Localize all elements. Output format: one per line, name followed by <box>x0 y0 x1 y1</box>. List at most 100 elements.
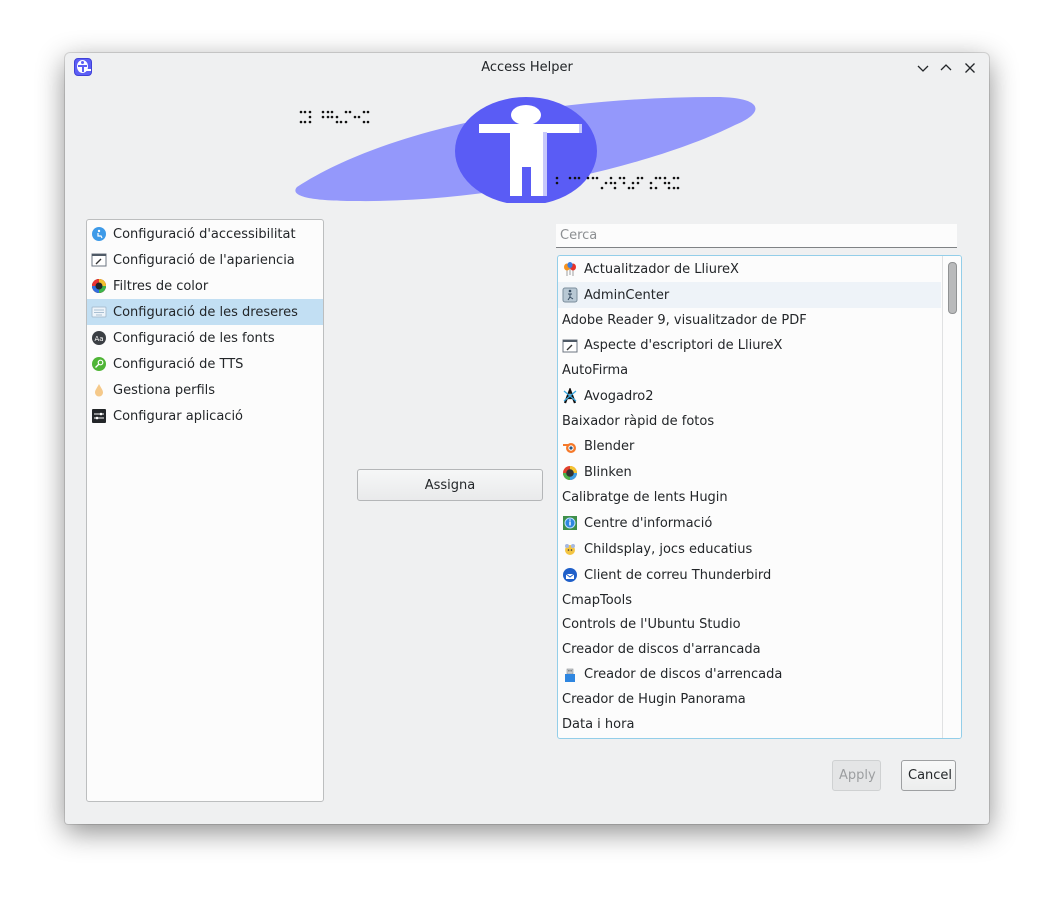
braille-dot <box>299 110 303 114</box>
apply-button[interactable]: Apply <box>832 760 881 791</box>
braille-dot <box>649 181 653 185</box>
braille-dot <box>353 115 357 119</box>
application-list-item[interactable]: Creador de discos d'arrancada <box>558 637 941 662</box>
sidebar-item[interactable]: Configuració de les dreseres <box>87 299 323 325</box>
braille-dot <box>335 120 339 124</box>
application-name: Calibratge de lents Hugin <box>562 490 728 506</box>
braille-dot <box>609 181 613 185</box>
braille-dot <box>672 186 676 190</box>
braille-dot <box>663 176 667 180</box>
application-list-item[interactable]: Actualitzador de LliureX <box>558 256 941 282</box>
sidebar-item[interactable]: Configuració de TTS <box>87 351 323 377</box>
braille-dot <box>631 186 635 190</box>
application-name: Childsplay, jocs educatius <box>584 541 753 557</box>
braille-dot <box>636 176 640 180</box>
braille-dot <box>609 176 613 180</box>
braille-dot <box>676 176 680 180</box>
settings-category-list: Configuració d'accessibilitat Configuraci… <box>86 219 324 802</box>
braille-dot <box>344 110 348 114</box>
sidebar-item-label: Configuració de TTS <box>113 356 244 372</box>
font-icon: Aa <box>91 330 107 346</box>
accessibility-banner <box>295 97 756 203</box>
application-name: CmapTools <box>562 592 632 608</box>
sidebar-item[interactable]: Aa Configuració de les fonts <box>87 325 323 351</box>
application-list-item[interactable]: Data i hora <box>558 712 941 737</box>
braille-dot <box>672 176 676 180</box>
application-list-item[interactable]: Adobe Reader 9, visualitzador de PDF <box>558 308 941 333</box>
application-name: Centre d'informació <box>584 515 713 531</box>
application-list-item[interactable]: AutoFirma <box>558 359 941 384</box>
braille-dot <box>618 176 622 180</box>
sidebar-item-label: Filtres de color <box>113 278 209 294</box>
application-name: AdminCenter <box>584 287 670 303</box>
sidebar-item[interactable]: Gestiona perfils <box>87 377 323 403</box>
braille-dot <box>676 186 680 190</box>
sidebar-item[interactable]: Filtres de color <box>87 273 323 299</box>
application-list-item[interactable]: Creador de discos d'arrencada <box>558 662 941 688</box>
application-list-item[interactable]: Calibratge de lents Hugin <box>558 486 941 511</box>
application-list: Actualitzador de LliureX AdminCenter Adobe… <box>557 255 962 739</box>
application-name: Data i hora <box>562 716 635 732</box>
braille-dot <box>667 181 671 185</box>
application-list-item[interactable]: Avogadro2 <box>558 383 941 409</box>
braille-dot <box>568 176 572 180</box>
close-button[interactable] <box>960 58 980 78</box>
braille-dot <box>573 176 577 180</box>
braille-dot <box>613 181 617 185</box>
accessibility-icon <box>91 226 107 242</box>
thunderbird-icon <box>562 567 578 583</box>
access-helper-window: Access Helper Configuració d'accessibili… <box>65 53 989 824</box>
application-list-item[interactable]: Centre d'informació <box>558 510 941 536</box>
assign-button[interactable]: Assigna <box>357 469 543 501</box>
application-name: Adobe Reader 9, visualitzador de PDF <box>562 312 807 328</box>
braille-dot <box>321 110 325 114</box>
application-list-item[interactable]: Creador de Hugin Panorama <box>558 688 941 713</box>
appearance-icon <box>91 252 107 268</box>
application-name: Avogadro2 <box>584 388 654 404</box>
braille-dot <box>344 120 348 124</box>
color-filter-icon <box>91 278 107 294</box>
braille-dot <box>362 110 366 114</box>
braille-dot <box>326 110 330 114</box>
braille-dot <box>658 176 662 180</box>
braille-dot <box>622 181 626 185</box>
cancel-button[interactable]: Cancel <box>901 760 956 791</box>
application-list-item[interactable]: Blender <box>558 434 941 460</box>
sidebar-item-label: Configurar aplicació <box>113 408 244 424</box>
braille-dot <box>308 110 312 114</box>
braille-dot <box>303 110 307 114</box>
search-input[interactable] <box>556 224 957 248</box>
balloons-icon <box>562 261 578 277</box>
application-list-item[interactable]: AdminCenter <box>558 282 941 308</box>
sidebar-item[interactable]: Configuració d'accessibilitat <box>87 221 323 247</box>
application-list-item[interactable]: Baixador ràpid de fotos <box>558 409 941 434</box>
application-list-item[interactable]: Controls de l'Ubuntu Studio <box>558 613 941 638</box>
application-list-item[interactable]: CmapTools <box>558 588 941 613</box>
braille-dot <box>308 120 312 124</box>
braille-dot <box>326 115 330 119</box>
braille-text-top <box>299 110 370 124</box>
application-list-item[interactable]: Blinken <box>558 460 941 486</box>
scrollbar[interactable] <box>942 256 961 738</box>
sidebar-item-label: Configuració de l'apariencia <box>113 252 295 268</box>
braille-dot <box>586 176 590 180</box>
braille-dot <box>308 115 312 119</box>
sidebar-item[interactable]: Configuració de l'apariencia <box>87 247 323 273</box>
admincenter-icon <box>562 287 578 303</box>
usb-drive-icon <box>562 667 578 683</box>
braille-dot <box>640 176 644 180</box>
braille-dot <box>654 186 658 190</box>
braille-dot <box>667 186 671 190</box>
braille-dot <box>357 115 361 119</box>
braille-dot <box>591 176 595 180</box>
application-list-item[interactable]: Aspecte d'escriptori de LliureX <box>558 333 941 359</box>
application-list-item[interactable]: Childsplay, jocs educatius <box>558 536 941 562</box>
sidebar-item[interactable]: Configurar aplicació <box>87 403 323 429</box>
minimize-button[interactable] <box>913 58 933 78</box>
braille-dot <box>600 186 604 190</box>
scrollbar-thumb[interactable] <box>948 262 957 314</box>
application-list-item[interactable]: Client de correu Thunderbird <box>558 562 941 588</box>
maximize-button[interactable] <box>936 58 956 78</box>
braille-dot <box>339 120 343 124</box>
braille-dot <box>330 110 334 114</box>
